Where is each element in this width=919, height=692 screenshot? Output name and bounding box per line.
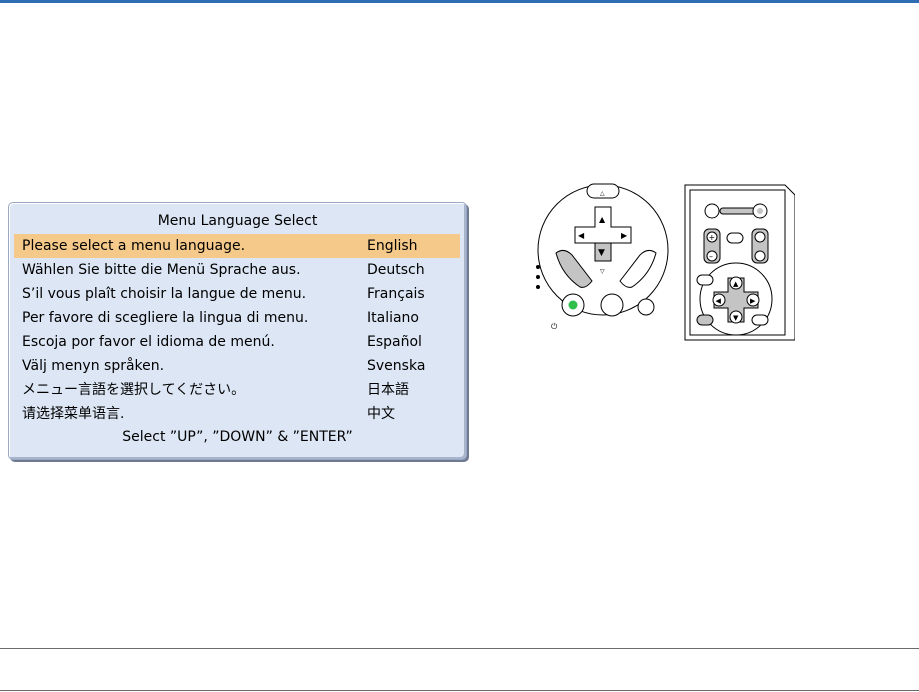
language-option-english[interactable]: Please select a menu language. English: [14, 234, 460, 258]
header-rule: [0, 0, 919, 3]
menu-language-select-dialog: Menu Language Select Please select a men…: [8, 202, 467, 460]
option-language: Français: [367, 286, 425, 302]
language-option-francais[interactable]: S’il vous plaît choisir la langue de men…: [14, 282, 460, 306]
option-language: 中文: [367, 406, 395, 422]
projector-and-remote-illustration: ▼ ▲ ◀ ▶ ⏻ △ ▽ + – ▲ ▼ ◀ ▶: [536, 183, 795, 341]
option-message: S’il vous plaît choisir la langue de men…: [22, 286, 307, 302]
option-language: English: [367, 238, 418, 254]
language-option-chinese[interactable]: 请选择菜单语言. 中文: [14, 402, 460, 426]
projector-control-panel-icon: ▼ ▲ ◀ ▶ ⏻ △ ▽: [536, 183, 669, 331]
option-language: Deutsch: [367, 262, 425, 278]
option-message: Välj menyn språken.: [22, 358, 165, 374]
option-language: Svenska: [367, 358, 426, 374]
svg-text:▼: ▼: [598, 248, 605, 258]
dialog-title: Menu Language Select: [157, 213, 318, 229]
language-option-espanol[interactable]: Escoja por favor el idioma de menú. Espa…: [14, 330, 460, 354]
language-option-italiano[interactable]: Per favore di scegliere la lingua di men…: [14, 306, 460, 330]
option-message: 请选择菜单语言.: [22, 406, 125, 422]
option-message: Per favore di scegliere la lingua di men…: [22, 310, 309, 326]
svg-text:△: △: [600, 190, 605, 197]
language-option-svenska[interactable]: Välj menyn språken. Svenska: [14, 354, 460, 378]
footer-rule-top: [0, 648, 919, 649]
option-message: Wählen Sie bitte die Menü Sprache aus.: [22, 262, 301, 278]
svg-text:⏻: ⏻: [551, 322, 558, 331]
svg-text:–: –: [709, 252, 713, 261]
svg-text:▽: ▽: [600, 268, 605, 275]
option-language: 日本語: [367, 382, 409, 398]
option-message: Please select a menu language.: [22, 238, 246, 254]
language-option-deutsch[interactable]: Wählen Sie bitte die Menü Sprache aus. D…: [14, 258, 460, 282]
svg-text:+: +: [709, 233, 716, 242]
language-option-japanese[interactable]: メニュー言語を選択してください。 日本語: [14, 378, 460, 402]
svg-text:▶: ▶: [621, 231, 628, 240]
option-message: Escoja por favor el idioma de menú.: [22, 334, 275, 350]
svg-text:▲: ▲: [733, 280, 739, 288]
svg-text:▼: ▼: [733, 314, 739, 322]
option-message: メニュー言語を選択してください。: [22, 382, 246, 398]
option-language: Italiano: [367, 310, 419, 326]
svg-text:◀: ◀: [716, 297, 722, 305]
svg-text:▶: ▶: [750, 297, 756, 305]
footer-rule-bottom: [0, 690, 919, 691]
option-language: Español: [367, 334, 422, 350]
dialog-footer-hint: Select ”UP”, ”DOWN” & ”ENTER”: [122, 429, 353, 445]
svg-text:▲: ▲: [599, 215, 606, 224]
svg-text:◀: ◀: [578, 231, 585, 240]
remote-control-icon: + – ▲ ▼ ◀ ▶: [684, 184, 795, 341]
